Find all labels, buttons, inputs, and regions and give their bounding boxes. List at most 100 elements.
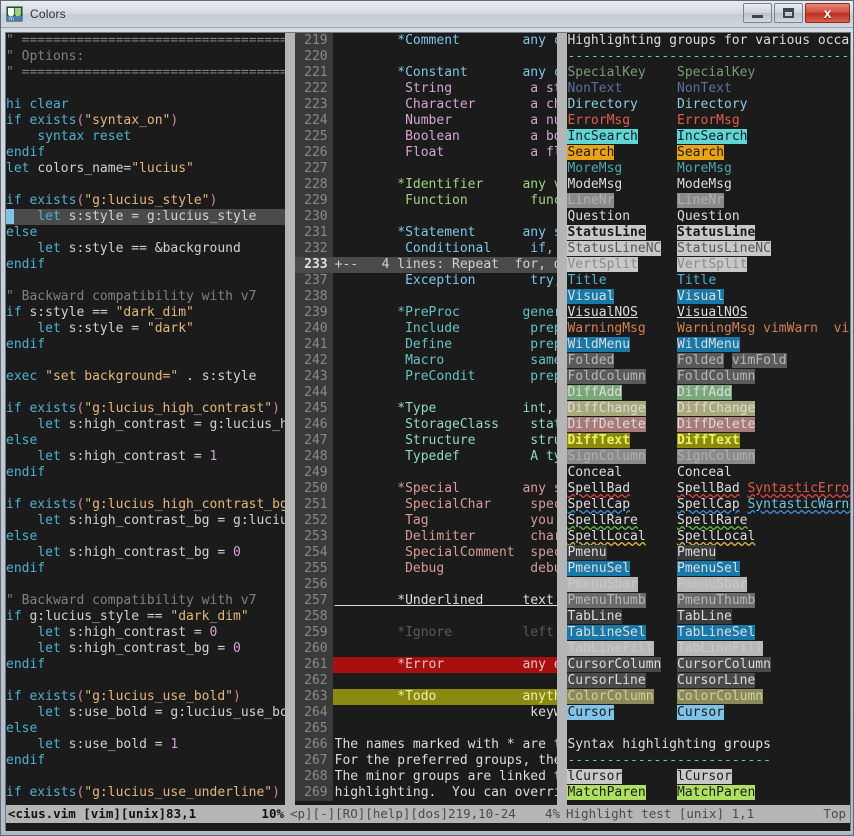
highlight-sample-left: Question — [567, 209, 630, 224]
highlight-test-lines: Highlighting groups for various occasio>… — [567, 33, 850, 801]
code-line: let s:high_contrast = 1 — [6, 449, 285, 465]
status-bar-right[interactable]: Highlight test [unix] 1,1 Top — [564, 805, 850, 823]
highlight-sample-left: SpellLocal — [567, 529, 645, 544]
help-line: 228 *Identifier any varia> — [295, 177, 558, 193]
help-line-text: Typedef A typedef — [333, 449, 558, 465]
code-line — [6, 353, 285, 369]
help-line-text: Conditional if, then,> — [333, 241, 558, 257]
maximize-button[interactable] — [774, 3, 803, 23]
help-line: 266The names marked with * are the p> — [295, 737, 558, 753]
highlight-sample-row: DiffDelete DiffDelete — [567, 417, 850, 433]
help-line: 248 Typedef A typedef — [295, 449, 558, 465]
status-bar-left[interactable]: <cius.vim [vim][unix]83,1 10% — [6, 805, 288, 823]
highlight-sample-row: Title Title — [567, 273, 850, 289]
line-number: 251 — [295, 497, 333, 513]
highlight-sample-row: DiffAdd DiffAdd — [567, 385, 850, 401]
line-number: 229 — [295, 193, 333, 209]
highlight-sample-left: VisualNOS — [567, 305, 637, 320]
status-right-text: Highlight test [unix] 1,1 — [566, 805, 754, 823]
help-line-text: *Special any speci> — [333, 481, 558, 497]
help-line-text — [333, 577, 558, 593]
highlight-sample-row: Conceal Conceal — [567, 465, 850, 481]
code-line: if exists("syntax_on") — [6, 113, 285, 129]
line-number: 224 — [295, 113, 333, 129]
highlight-sample-left: Conceal — [567, 465, 622, 480]
title-bar[interactable]: m Colors x — [1, 1, 853, 28]
highlight-sample-row: CursorColumn CursorColumn — [567, 657, 850, 673]
code-line: let s:use_bold = g:lucius_use_bold — [6, 705, 285, 721]
highlight-sample-right: WildMenu — [677, 337, 740, 352]
highlight-sample-right: TabLineSel — [677, 625, 755, 640]
pane-highlight-test[interactable]: Highlighting groups for various occasio>… — [567, 33, 850, 805]
code-line: if exists("g:lucius_use_underline") — [6, 785, 285, 801]
help-line: 253 Delimiter character> — [295, 529, 558, 545]
highlight-sample-row: SpellRare SpellRare — [567, 513, 850, 529]
line-number: 222 — [295, 81, 333, 97]
highlight-sample-left: SpellRare — [567, 513, 637, 528]
status-bar-middle[interactable]: <p][-][RO][help][dos]219,10-24 4% — [288, 805, 564, 823]
help-line-text: Number a number > — [333, 113, 558, 129]
line-number: 252 — [295, 513, 333, 529]
highlight-sample-left: DiffChange — [567, 401, 645, 416]
highlight-sample-right: ModeMsg — [677, 177, 732, 192]
line-number: 245 — [295, 401, 333, 417]
help-line-text: Define preproces> — [333, 337, 558, 353]
pane-vim-help[interactable]: 219 *Comment any comme>220221 *Constant … — [295, 33, 558, 805]
highlight-sample-row: Folded Folded vimFold — [567, 353, 850, 369]
code-line: else — [6, 529, 285, 545]
highlight-sample-right: LineNr — [677, 193, 724, 208]
highlight-sample-row: FoldColumn FoldColumn — [567, 369, 850, 385]
vertical-split-2[interactable] — [557, 33, 567, 805]
help-line-text: For the preferred groups, the "sy> — [333, 753, 558, 769]
highlight-sample-left: DiffText — [567, 433, 630, 448]
line-number: 233 — [295, 257, 333, 273]
window-title: Colors — [30, 7, 66, 21]
help-line: 222 String a string > — [295, 81, 558, 97]
code-line: let s:style == &background — [6, 241, 285, 257]
vertical-split-1[interactable] — [285, 33, 295, 805]
close-button[interactable]: x — [805, 3, 850, 23]
highlight-sample-left: PmenuSbar — [567, 577, 637, 592]
help-line: 226 Float a floatin> — [295, 145, 558, 161]
code-line: " ======================================… — [6, 33, 285, 49]
fold-line[interactable]: 233+-- 4 lines: Repeat for, do, whi> — [295, 257, 558, 273]
help-line-text: String a string > — [333, 81, 558, 97]
highlight-sample-left: NonText — [567, 81, 622, 96]
highlight-sample-right: Search — [677, 145, 724, 160]
highlight-sample-row: ErrorMsg ErrorMsg — [567, 113, 850, 129]
highlight-sample-right: VertSplit — [677, 257, 747, 272]
highlight-sample-right: IncSearch — [677, 129, 747, 144]
help-line-text — [333, 465, 558, 481]
pane-lucius-source[interactable]: " ======================================… — [6, 33, 285, 805]
line-number: 254 — [295, 545, 333, 561]
help-line: 269highlighting. You can override t> — [295, 785, 558, 801]
highlight-sample-right: Directory — [677, 97, 747, 112]
left-code-lines: " ======================================… — [6, 33, 285, 801]
highlight-sample-row: DiffText DiffText — [567, 433, 850, 449]
highlight-sample-row: ModeMsg ModeMsg — [567, 177, 850, 193]
highlight-sample-row: NonText NonText — [567, 81, 850, 97]
help-line: 225 Boolean a boolean> — [295, 129, 558, 145]
help-line: 263 *Todo anything > — [295, 689, 558, 705]
highlight-sample-left: Folded — [567, 353, 614, 368]
highlight-sample-right: MoreMsg — [677, 161, 732, 176]
command-line[interactable] — [6, 823, 850, 831]
line-number: 261 — [295, 657, 333, 673]
code-line: let s:high_contrast_bg = 0 — [6, 641, 285, 657]
help-line-text: *Underlined text that> — [333, 593, 558, 609]
line-number: 240 — [295, 321, 333, 337]
help-line: 245 *Type int, long> — [295, 401, 558, 417]
help-line-text: Function function > — [333, 193, 558, 209]
line-number: 242 — [295, 353, 333, 369]
highlight-sample-left: Pmenu — [567, 545, 606, 560]
highlight-sample-row: SpellLocal SpellLocal — [567, 529, 850, 545]
minimize-button[interactable] — [743, 3, 772, 23]
help-line: 246 StorageClass static, r> — [295, 417, 558, 433]
help-line-text: The names marked with * are the p> — [333, 737, 558, 753]
code-line — [6, 385, 285, 401]
highlight-sample-right: Title — [677, 273, 716, 288]
help-line: 247 Structure struct, u> — [295, 433, 558, 449]
highlight-sample-left: Cursor — [567, 705, 614, 720]
highlight-sample-right: ColorColumn — [677, 689, 763, 704]
highlight-sample-right: PmenuThumb — [677, 593, 755, 608]
